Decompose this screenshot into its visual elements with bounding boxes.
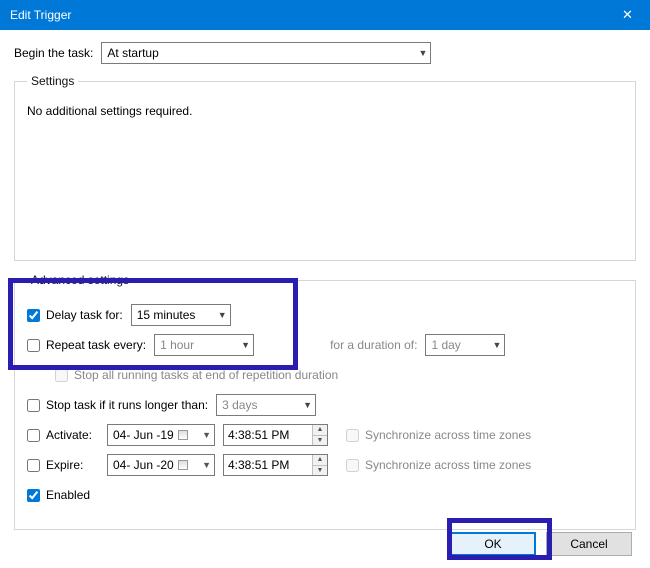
repeat-duration-label: for a duration of:	[330, 338, 417, 352]
expire-time-value: 4:38:51 PM	[224, 455, 312, 475]
stop-end-checkbox-label: Stop all running tasks at end of repetit…	[55, 368, 338, 382]
close-button[interactable]: ✕	[605, 0, 650, 30]
begin-row: Begin the task: At startup ▼	[14, 42, 636, 64]
calendar-icon	[178, 460, 188, 470]
delay-checkbox[interactable]	[27, 309, 40, 322]
advanced-legend: Advanced settings	[27, 273, 133, 287]
chevron-down-icon: ▼	[202, 460, 211, 470]
expire-date-value: 04- Jun -20	[113, 458, 174, 472]
dialog-footer: OK Cancel	[0, 528, 650, 568]
close-icon: ✕	[622, 7, 633, 23]
expire-date-input[interactable]: 04- Jun -20 ▼	[107, 454, 215, 476]
chevron-down-icon: ▼	[202, 430, 211, 440]
repeat-value: 1 hour	[160, 338, 194, 352]
begin-task-value: At startup	[107, 46, 158, 60]
activate-checkbox-label[interactable]: Activate:	[27, 428, 99, 442]
repeat-checkbox[interactable]	[27, 339, 40, 352]
repeat-row: Repeat task every: 1 hour ▼ for a durati…	[27, 333, 623, 357]
activate-sync-text: Synchronize across time zones	[365, 428, 531, 442]
window-title: Edit Trigger	[10, 8, 605, 22]
chevron-down-icon: ▼	[241, 340, 250, 350]
delay-row: Delay task for: 15 minutes ▼	[27, 303, 623, 327]
stop-long-checkbox-label[interactable]: Stop task if it runs longer than:	[27, 398, 208, 412]
stop-long-row: Stop task if it runs longer than: 3 days…	[27, 393, 623, 417]
spin-up-icon[interactable]: ▲	[313, 425, 327, 436]
stop-long-checkbox[interactable]	[27, 399, 40, 412]
time-spinner[interactable]: ▲ ▼	[312, 425, 327, 445]
enabled-checkbox-label[interactable]: Enabled	[27, 488, 90, 502]
delay-select[interactable]: 15 minutes ▼	[131, 304, 231, 326]
begin-task-label: Begin the task:	[14, 46, 93, 60]
activate-sync-label: Synchronize across time zones	[346, 428, 531, 442]
spin-up-icon[interactable]: ▲	[313, 455, 327, 466]
stop-end-row: Stop all running tasks at end of repetit…	[27, 363, 623, 387]
chevron-down-icon: ▼	[218, 310, 227, 320]
enabled-label: Enabled	[46, 488, 90, 502]
stop-end-label: Stop all running tasks at end of repetit…	[74, 368, 338, 382]
delay-checkbox-label[interactable]: Delay task for:	[27, 308, 123, 322]
expire-sync-label: Synchronize across time zones	[346, 458, 531, 472]
delay-value: 15 minutes	[137, 308, 196, 322]
repeat-checkbox-label[interactable]: Repeat task every:	[27, 338, 146, 352]
delay-label: Delay task for:	[46, 308, 123, 322]
repeat-duration-value: 1 day	[431, 338, 460, 352]
activate-time-value: 4:38:51 PM	[224, 425, 312, 445]
settings-legend: Settings	[27, 74, 78, 88]
advanced-group: Advanced settings Delay task for: 15 min…	[14, 273, 636, 530]
settings-message: No additional settings required.	[27, 104, 192, 118]
spin-down-icon[interactable]: ▼	[313, 436, 327, 446]
chevron-down-icon: ▼	[493, 340, 502, 350]
repeat-select: 1 hour ▼	[154, 334, 254, 356]
expire-sync-checkbox	[346, 459, 359, 472]
expire-row: Expire: 04- Jun -20 ▼ 4:38:51 PM ▲ ▼ Syn…	[27, 453, 623, 477]
activate-time-input[interactable]: 4:38:51 PM ▲ ▼	[223, 424, 328, 446]
enabled-row: Enabled	[27, 483, 623, 507]
stop-long-value: 3 days	[222, 398, 257, 412]
chevron-down-icon: ▼	[303, 400, 312, 410]
expire-label: Expire:	[46, 458, 83, 472]
repeat-label: Repeat task every:	[46, 338, 146, 352]
repeat-duration-select: 1 day ▼	[425, 334, 505, 356]
activate-label: Activate:	[46, 428, 92, 442]
expire-checkbox[interactable]	[27, 459, 40, 472]
begin-task-select[interactable]: At startup ▼	[101, 42, 431, 64]
time-spinner[interactable]: ▲ ▼	[312, 455, 327, 475]
cancel-button[interactable]: Cancel	[546, 532, 632, 556]
expire-checkbox-label[interactable]: Expire:	[27, 458, 99, 472]
activate-row: Activate: 04- Jun -19 ▼ 4:38:51 PM ▲ ▼ S…	[27, 423, 623, 447]
activate-date-input[interactable]: 04- Jun -19 ▼	[107, 424, 215, 446]
calendar-icon	[178, 430, 188, 440]
dialog-content: Begin the task: At startup ▼ Settings No…	[0, 30, 650, 552]
activate-sync-checkbox	[346, 429, 359, 442]
expire-sync-text: Synchronize across time zones	[365, 458, 531, 472]
activate-checkbox[interactable]	[27, 429, 40, 442]
titlebar: Edit Trigger ✕	[0, 0, 650, 30]
settings-group: Settings No additional settings required…	[14, 74, 636, 261]
enabled-checkbox[interactable]	[27, 489, 40, 502]
stop-end-checkbox	[55, 369, 68, 382]
expire-time-input[interactable]: 4:38:51 PM ▲ ▼	[223, 454, 328, 476]
stop-long-select: 3 days ▼	[216, 394, 316, 416]
settings-body: No additional settings required.	[27, 98, 623, 248]
ok-button[interactable]: OK	[450, 532, 536, 556]
stop-long-label: Stop task if it runs longer than:	[46, 398, 208, 412]
chevron-down-icon: ▼	[418, 48, 427, 58]
spin-down-icon[interactable]: ▼	[313, 466, 327, 476]
activate-date-value: 04- Jun -19	[113, 428, 174, 442]
